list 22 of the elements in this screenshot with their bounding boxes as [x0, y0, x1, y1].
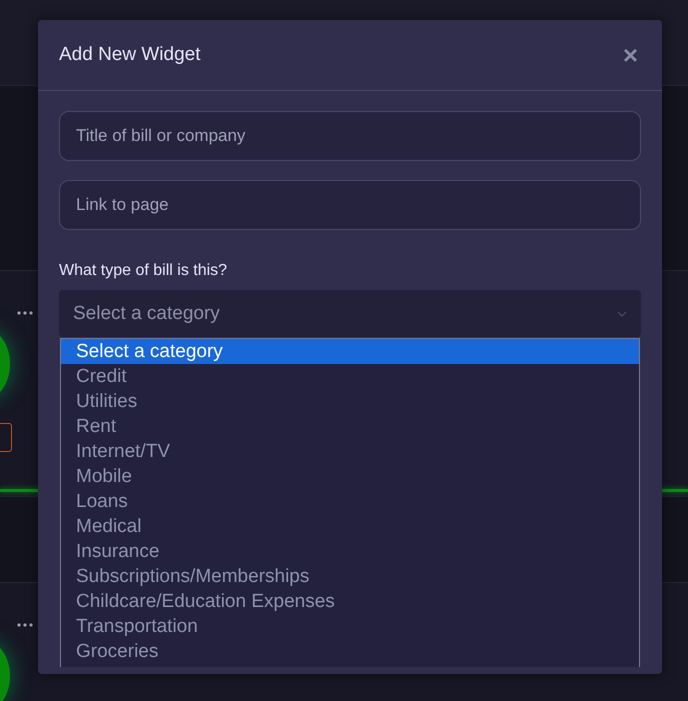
- close-button[interactable]: ×: [622, 42, 638, 68]
- dropdown-option[interactable]: Medical: [61, 514, 639, 539]
- dropdown-option[interactable]: Mobile: [61, 464, 639, 489]
- dropdown-option[interactable]: Internet/TV: [61, 439, 639, 464]
- dropdown-option[interactable]: Childcare/Education Expenses: [61, 589, 639, 614]
- category-select[interactable]: Select a category: [59, 290, 641, 337]
- dropdown-option[interactable]: Rent: [61, 414, 639, 439]
- dropdown-option[interactable]: Subscriptions/Memberships: [61, 564, 639, 589]
- dropdown-option[interactable]: Transportation: [61, 614, 639, 639]
- dropdown-option[interactable]: Credit: [61, 364, 639, 389]
- more-icon[interactable]: [17, 311, 33, 315]
- dropdown-option[interactable]: Insurance: [61, 539, 639, 564]
- dropdown-option[interactable]: Groceries: [61, 639, 639, 664]
- chevron-down-icon: [617, 310, 627, 316]
- field-label: What type of bill is this?: [59, 262, 228, 280]
- input-field[interactable]: Link to page: [59, 180, 641, 230]
- more-icon[interactable]: [17, 623, 33, 627]
- dropdown-option[interactable]: Utilities: [61, 389, 639, 414]
- dropdown-option[interactable]: Loans: [61, 489, 639, 514]
- input-field[interactable]: Title of bill or company: [59, 111, 641, 161]
- modal-title: Add New Widget: [59, 44, 201, 66]
- dropdown-option[interactable]: Select a category: [61, 339, 639, 364]
